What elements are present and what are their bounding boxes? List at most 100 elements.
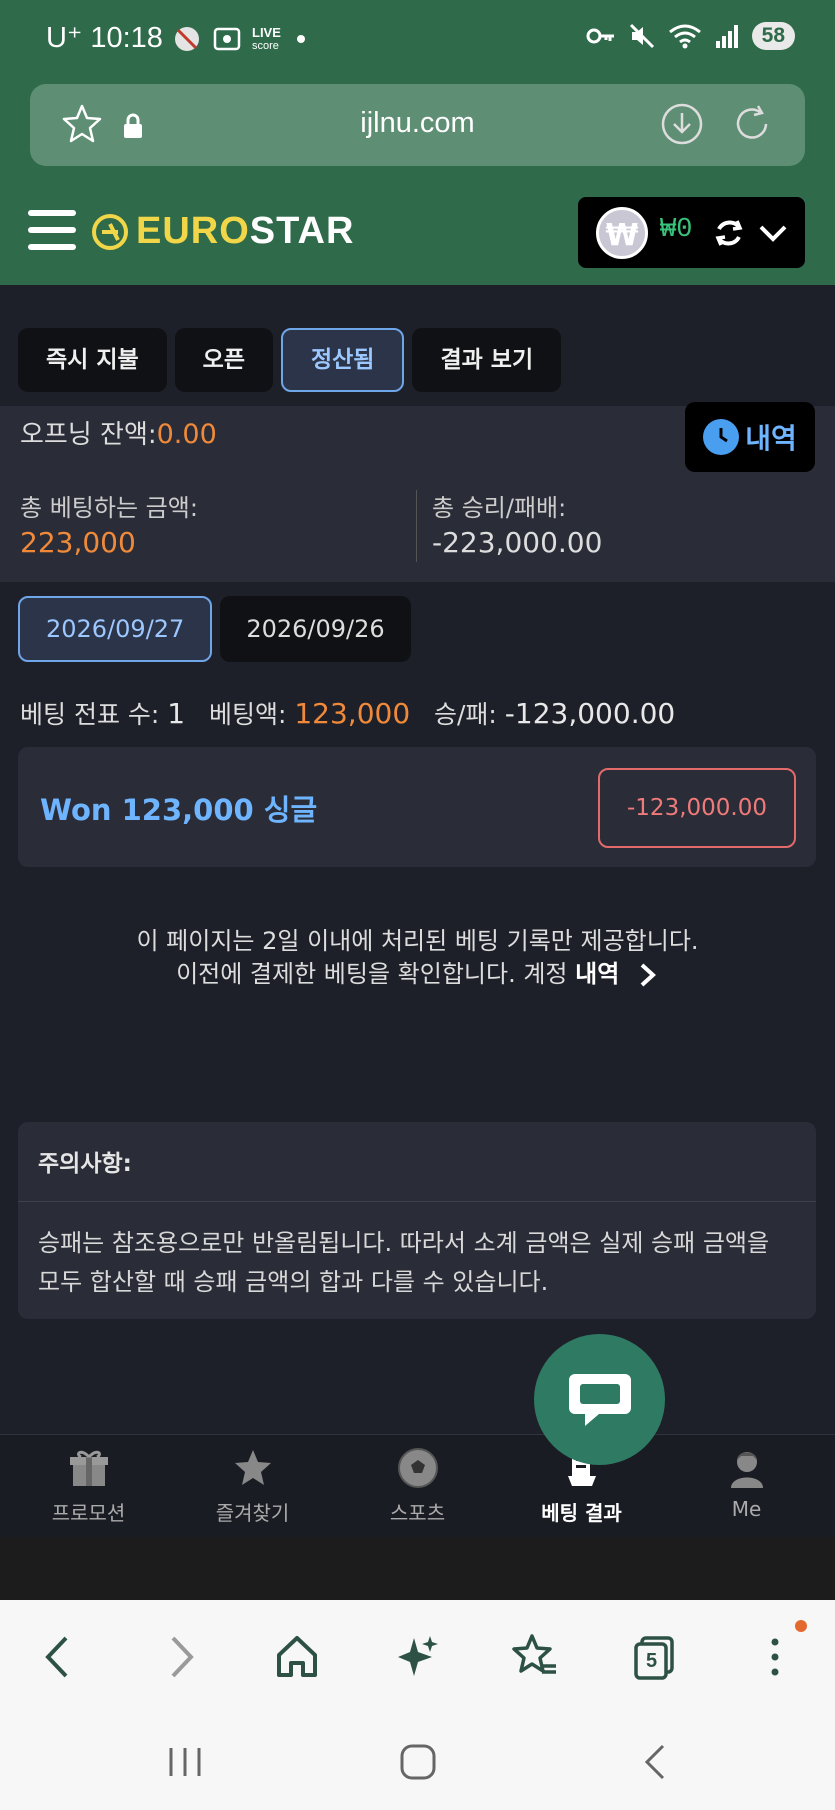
bet-slip-card[interactable]: Won 123,000 싱글 -123,000.00 <box>18 747 816 867</box>
logo-mark-icon <box>92 213 128 250</box>
bet-slip-result: -123,000.00 <box>598 768 796 848</box>
notice-line-2: 이전에 결제한 베팅을 확인합니다. 계정 내역 <box>0 958 835 991</box>
star-icon <box>234 1450 271 1485</box>
home-icon[interactable] <box>274 1630 320 1684</box>
history-button-label: 내역 <box>745 422 797 455</box>
clock-time: 10:18 <box>90 22 163 54</box>
status-right-icons: 58 <box>586 22 795 50</box>
summary-divider <box>416 490 417 562</box>
wallet-balance[interactable]: ₩ ₩0 <box>578 197 805 268</box>
bet-slip-title: Won 123,000 싱글 <box>40 793 318 827</box>
nav-item-favorites[interactable]: 즐겨찾기 <box>169 1443 336 1526</box>
notice-line-2-text: 이전에 결제한 베팅을 확인합니다. 계정 <box>176 960 576 988</box>
nav-item-sports[interactable]: 스포츠 <box>334 1443 501 1526</box>
nav-label-sports: 스포츠 <box>389 1501 446 1525</box>
mute-icon <box>629 23 654 49</box>
clock-icon <box>703 419 740 455</box>
history-button[interactable]: 내역 <box>685 402 815 472</box>
key-icon <box>586 28 614 44</box>
bet-wl-value: -123,000.00 <box>504 697 676 730</box>
eurostar-logo[interactable]: EUROSTAR <box>90 210 354 253</box>
bet-status-tabs: 즉시 지불 오픈 정산됨 결과 보기 <box>18 328 562 392</box>
status-left-icons: LIVE score <box>172 24 305 54</box>
hamburger-menu-icon[interactable] <box>28 210 76 256</box>
chat-bubble-icon <box>568 1373 631 1426</box>
won-coin-icon: ₩ <box>596 207 648 259</box>
battery-level: 58 <box>751 22 795 50</box>
nav-label-me: Me <box>731 1497 762 1521</box>
top-area: U⁺ 10:18 LIVE score 58 ijlnu.com EUROSTAR… <box>0 0 835 285</box>
browser-toolbar: 5 <box>0 1600 835 1712</box>
recent-apps-icon[interactable] <box>165 1742 205 1782</box>
live-label: LIVE <box>252 24 281 40</box>
caution-body: 승패는 참조용으로만 반올림됩니다. 따라서 소계 금액은 실제 승패 금액을 … <box>38 1229 770 1296</box>
chevron-right-icon[interactable] <box>637 962 659 988</box>
page-gap <box>0 1537 835 1600</box>
home-button-icon[interactable] <box>398 1742 438 1782</box>
logo-text-star: STAR <box>249 210 355 252</box>
update-badge <box>795 1620 807 1632</box>
history-notice: 이 페이지는 2일 이내에 처리된 베팅 기록만 제공합니다. 이전에 결제한 … <box>0 925 835 991</box>
total-winloss-label: 총 승리/패배: <box>432 494 567 522</box>
no-smoking-icon <box>175 27 199 51</box>
refresh-balance-icon[interactable] <box>711 215 747 251</box>
bookmarks-icon[interactable] <box>512 1630 558 1684</box>
screenshot-icon <box>213 27 241 51</box>
bet-wl-label: 승/패: <box>433 700 497 729</box>
nav-label-favorites: 즐겨찾기 <box>215 1501 290 1525</box>
status-bar: U⁺ 10:18 LIVE score 58 <box>0 0 835 80</box>
score-label: score <box>252 39 279 52</box>
notification-dot-icon <box>296 35 305 43</box>
user-avatar-icon <box>730 1452 763 1488</box>
soccer-ball-icon <box>397 1448 438 1488</box>
carrier-label: U⁺ <box>46 22 83 54</box>
tabs-button[interactable]: 5 <box>632 1630 678 1688</box>
notice-line-1: 이 페이지는 2일 이내에 처리된 베팅 기록만 제공합니다. <box>136 927 699 955</box>
account-history-link-label: 내역 <box>575 960 620 988</box>
gift-icon <box>69 1450 108 1486</box>
bet-amount-value: 123,000 <box>294 697 411 730</box>
opening-balance-value: 0.00 <box>156 419 217 450</box>
caution-title: 주의사항: <box>38 1151 132 1177</box>
download-icon[interactable] <box>660 102 704 146</box>
tab-open[interactable]: 오픈 <box>174 328 273 392</box>
live-chat-button[interactable] <box>534 1334 665 1465</box>
sparkle-icon[interactable] <box>394 1630 440 1684</box>
caution-divider <box>18 1201 816 1202</box>
forward-icon[interactable] <box>163 1630 199 1684</box>
more-options-icon[interactable] <box>760 1630 790 1684</box>
wifi-icon <box>668 24 701 49</box>
date-tab-0926[interactable]: 2026/09/26 <box>220 596 411 662</box>
bottom-navigation: 프로모션 즐겨찾기 스포츠 베팅 결과 Me <box>0 1434 835 1537</box>
nav-item-promotion[interactable]: 프로모션 <box>5 1443 172 1526</box>
opening-balance-label: 오프닝 잔액: <box>20 420 157 450</box>
date-tab-0927[interactable]: 2026/09/27 <box>18 596 213 662</box>
account-history-link[interactable]: 내역 <box>575 960 619 988</box>
chevron-down-icon[interactable] <box>758 221 788 245</box>
site-header: EUROSTAR ₩ ₩0 <box>0 190 835 285</box>
bet-count-label: 베팅 전표 수: <box>20 700 160 729</box>
logo-text-euro: EURO <box>136 210 250 252</box>
signal-icon <box>715 25 738 48</box>
address-bar[interactable]: ijlnu.com <box>30 84 805 166</box>
system-navigation-bar <box>0 1712 835 1810</box>
total-stake-value: 223,000 <box>20 526 136 559</box>
date-selector: 2026/09/27 2026/09/26 <box>18 596 411 662</box>
tab-settled[interactable]: 정산됨 <box>280 328 405 392</box>
back-icon[interactable] <box>40 1630 76 1684</box>
bet-count-value: 1 <box>167 697 186 730</box>
nav-label-promotion: 프로모션 <box>51 1501 126 1525</box>
status-time: U⁺ 10:18 <box>46 20 163 55</box>
system-back-icon[interactable] <box>635 1742 675 1782</box>
tab-count: 5 <box>646 1650 658 1672</box>
caution-box: 주의사항: 승패는 참조용으로만 반올림됩니다. 따라서 소계 금액은 실제 승… <box>18 1122 816 1319</box>
nav-label-bet-results: 베팅 결과 <box>541 1501 622 1525</box>
nav-item-me[interactable]: Me <box>663 1443 830 1521</box>
opening-balance: 오프닝 잔액:0.00 <box>20 414 217 451</box>
reload-icon[interactable] <box>730 102 774 146</box>
balance-summary: 오프닝 잔액:0.00 내역 총 베팅하는 금액: 223,000 총 승리/패… <box>0 402 835 582</box>
tab-instant-payout[interactable]: 즉시 지불 <box>18 328 167 392</box>
balance-amount: ₩0 <box>660 215 693 245</box>
tab-view-results[interactable]: 결과 보기 <box>412 328 562 392</box>
livescore-icon: LIVE score <box>252 24 281 52</box>
